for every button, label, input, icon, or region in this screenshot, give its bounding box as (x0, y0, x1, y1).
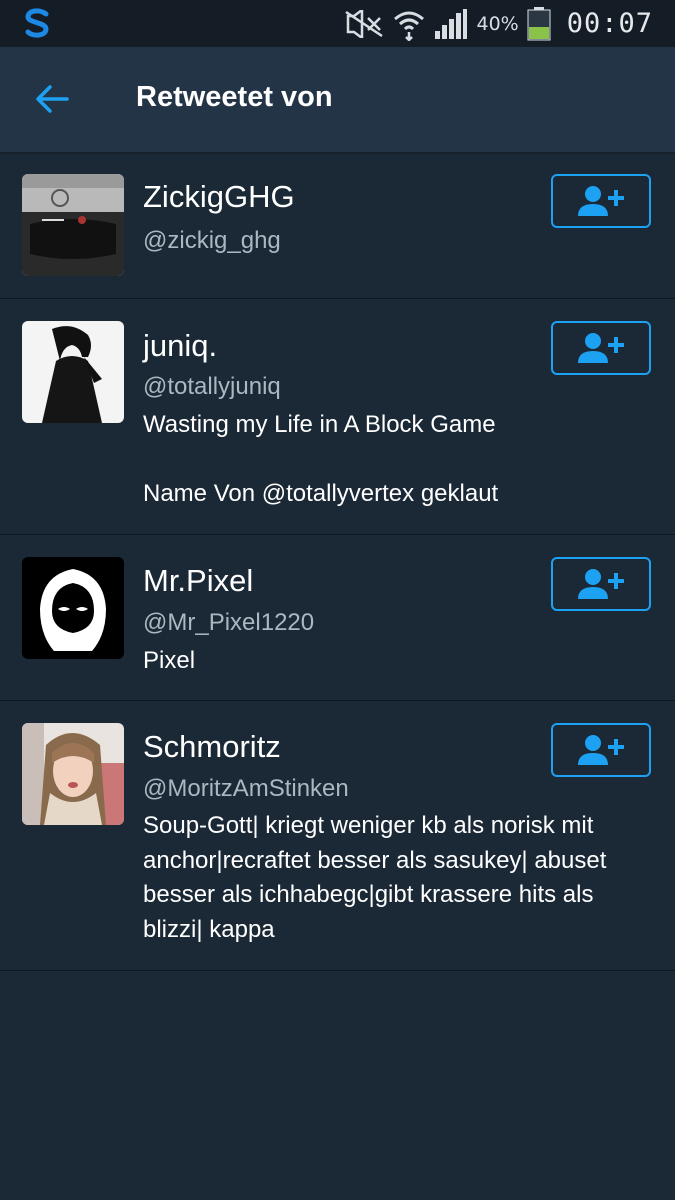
back-button[interactable] (30, 79, 74, 119)
avatar-image (22, 321, 124, 423)
list-item[interactable]: Schmoritz @MoritzAmStinken Soup-Gott| kr… (0, 701, 675, 971)
battery-percent: 40% (476, 12, 519, 35)
user-name[interactable]: Mr.Pixel (143, 563, 253, 599)
user-bio: Wasting my Life in A Block Game Name Von… (143, 411, 499, 507)
back-arrow-icon (36, 85, 69, 113)
follow-button[interactable] (551, 321, 651, 375)
user-name[interactable]: ZickigGHG (143, 179, 295, 215)
follow-button[interactable] (551, 557, 651, 611)
follow-button[interactable] (551, 723, 651, 777)
add-user-icon (578, 186, 624, 216)
user-handle: @totallyjuniq (143, 373, 281, 400)
page-title: Retweetet von (136, 81, 333, 113)
avatar-image (22, 557, 124, 659)
user-handle: @zickig_ghg (143, 227, 281, 254)
avatar[interactable] (22, 174, 124, 276)
add-user-icon (578, 569, 624, 599)
user-handle: @Mr_Pixel1220 (143, 609, 315, 636)
clock: 00:07 (566, 8, 653, 39)
battery-icon (527, 6, 551, 40)
user-handle: @MoritzAmStinken (143, 775, 349, 802)
list-item[interactable]: juniq. @totallyjuniq Wasting my Life in … (0, 299, 675, 535)
mute-icon (345, 9, 384, 38)
user-bio: Pixel (143, 647, 196, 674)
avatar-image (22, 174, 124, 276)
avatar[interactable] (22, 321, 124, 423)
status-bar: 40% 00:07 (0, 0, 675, 47)
wifi-icon (394, 11, 425, 41)
add-user-icon (578, 735, 624, 765)
retweeters-list: ZickigGHG @zickig_ghg juniq. @totallyjun… (0, 153, 675, 971)
list-item[interactable]: Mr.Pixel @Mr_Pixel1220 Pixel (0, 535, 675, 701)
avatar[interactable] (22, 557, 124, 659)
app-logo-icon (25, 8, 49, 38)
app-bar: Retweetet von (0, 47, 675, 154)
list-item[interactable]: ZickigGHG @zickig_ghg (0, 153, 675, 299)
add-user-icon (578, 333, 624, 363)
user-name[interactable]: juniq. (143, 328, 217, 364)
avatar[interactable] (22, 723, 124, 825)
user-name[interactable]: Schmoritz (143, 729, 281, 765)
avatar-image (22, 723, 124, 825)
follow-button[interactable] (551, 174, 651, 228)
status-icons: 40% 00:07 (344, 0, 653, 47)
user-bio: Soup-Gott| kriegt weniger kb als norisk … (143, 812, 607, 943)
signal-icon (435, 8, 468, 39)
